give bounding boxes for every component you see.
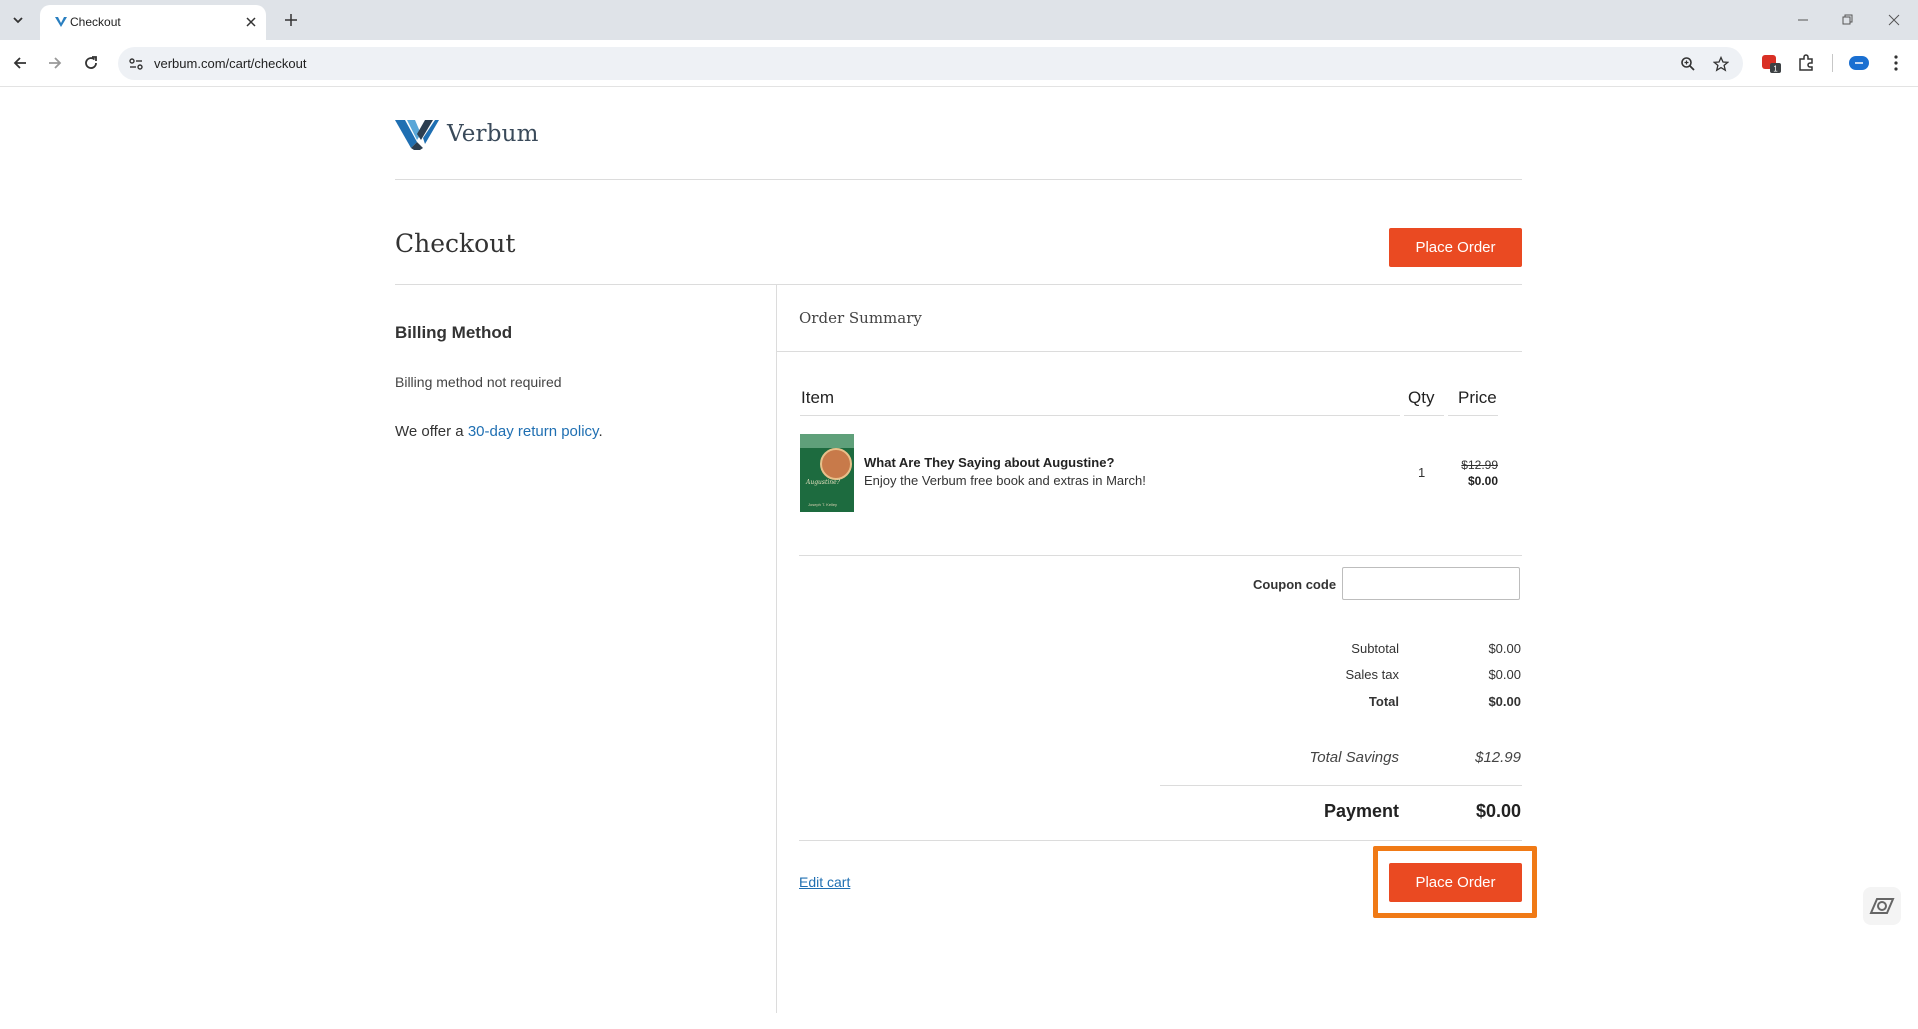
item-price-original: $12.99: [1461, 458, 1498, 472]
page-title: Checkout: [395, 229, 516, 258]
book-cover-image[interactable]: Augustine? Joseph T. Kelley: [800, 434, 854, 512]
total-value: $0.00: [1488, 694, 1521, 709]
column-header-price: Price: [1458, 388, 1497, 407]
reload-icon[interactable]: [78, 50, 104, 76]
browser-toolbar: verbum.com/cart/checkout 1: [0, 40, 1918, 87]
place-order-button-bottom[interactable]: Place Order: [1389, 863, 1522, 902]
book-cover-band: [800, 434, 854, 448]
item-price-final: $0.00: [1467, 474, 1498, 488]
sales-tax-label: Sales tax: [1345, 667, 1399, 682]
title-divider: [395, 284, 1522, 285]
verbum-favicon-icon: [55, 17, 67, 27]
verbum-logo-icon: [395, 120, 439, 150]
order-summary-heading: Order Summary: [799, 309, 922, 327]
tab-search-icon[interactable]: [6, 8, 30, 32]
close-tab-icon[interactable]: [242, 13, 260, 31]
subtotal-label: Subtotal: [1351, 641, 1399, 656]
site-info-icon[interactable]: [128, 56, 144, 72]
tab-title: Checkout: [70, 15, 121, 29]
verbum-logo[interactable]: Verbum: [395, 117, 539, 151]
return-policy-link[interactable]: 30-day return policy: [468, 423, 599, 440]
close-window-icon[interactable]: [1884, 10, 1904, 30]
payment-label: Payment: [1323, 801, 1399, 821]
book-cover-portrait: [820, 448, 852, 480]
edit-cart-link[interactable]: Edit cart: [799, 874, 850, 890]
tab-checkout[interactable]: Checkout: [40, 5, 266, 40]
item-description: Enjoy the Verbum free book and extras in…: [864, 473, 1146, 488]
column-underline-qty: [1404, 415, 1444, 416]
extensions-puzzle-icon[interactable]: [1795, 52, 1817, 74]
items-divider: [799, 555, 1522, 556]
place-order-button-top[interactable]: Place Order: [1389, 228, 1522, 267]
total-savings-label: Total Savings: [1309, 749, 1399, 766]
column-underline-price: [1448, 415, 1498, 416]
column-header-item: Item: [801, 388, 835, 407]
brand-name: Verbum: [447, 121, 539, 147]
return-policy-prefix: We offer a: [395, 423, 468, 440]
extension-badge-count: 1: [1773, 65, 1778, 74]
column-underline-item: [800, 415, 1400, 416]
coupon-code-label: Coupon code: [1253, 577, 1337, 592]
total-label: Total: [1368, 694, 1399, 709]
total-savings-value: $12.99: [1475, 749, 1521, 766]
column-header-qty: Qty: [1408, 388, 1435, 407]
new-tab-icon[interactable]: [280, 9, 302, 31]
toolbar-divider: [1832, 54, 1833, 72]
extension-badge-icon[interactable]: 1: [1760, 52, 1782, 74]
billing-method-heading: Billing Method: [395, 323, 513, 342]
back-arrow-icon[interactable]: [7, 50, 33, 76]
sales-tax-value: $0.00: [1488, 667, 1521, 682]
item-qty: 1: [1418, 465, 1426, 480]
browser-tab-bar: Checkout: [0, 0, 1918, 40]
book-cover-title: Augustine?: [806, 479, 840, 486]
profile-icon[interactable]: [1848, 52, 1870, 74]
floating-widget-icon[interactable]: [1863, 887, 1901, 925]
subtotal-value: $0.00: [1488, 641, 1521, 656]
item-title: What Are They Saying about Augustine?: [864, 455, 1115, 470]
url-text: verbum.com/cart/checkout: [154, 56, 307, 71]
payment-divider: [799, 840, 1522, 841]
return-policy-line: We offer a 30-day return policy.: [395, 423, 603, 440]
forward-arrow-icon[interactable]: [42, 50, 68, 76]
header-divider: [395, 179, 1522, 180]
payment-value: $0.00: [1475, 801, 1521, 821]
address-bar[interactable]: verbum.com/cart/checkout: [118, 47, 1743, 80]
return-policy-suffix: .: [598, 423, 603, 440]
savings-divider: [1160, 785, 1522, 786]
more-menu-icon[interactable]: [1885, 52, 1907, 74]
minimize-icon[interactable]: [1793, 10, 1813, 30]
bookmark-star-icon[interactable]: [1711, 54, 1731, 74]
summary-divider: [777, 351, 1522, 352]
restore-icon[interactable]: [1838, 10, 1858, 30]
coupon-code-input[interactable]: [1342, 567, 1520, 600]
checkout-page: Verbum Checkout Place Order Billing Meth…: [0, 87, 1918, 1029]
zoom-icon[interactable]: [1678, 54, 1698, 74]
column-divider: [776, 285, 777, 1013]
book-cover-author: Joseph T. Kelley: [808, 502, 838, 507]
billing-method-note: Billing method not required: [395, 374, 562, 390]
